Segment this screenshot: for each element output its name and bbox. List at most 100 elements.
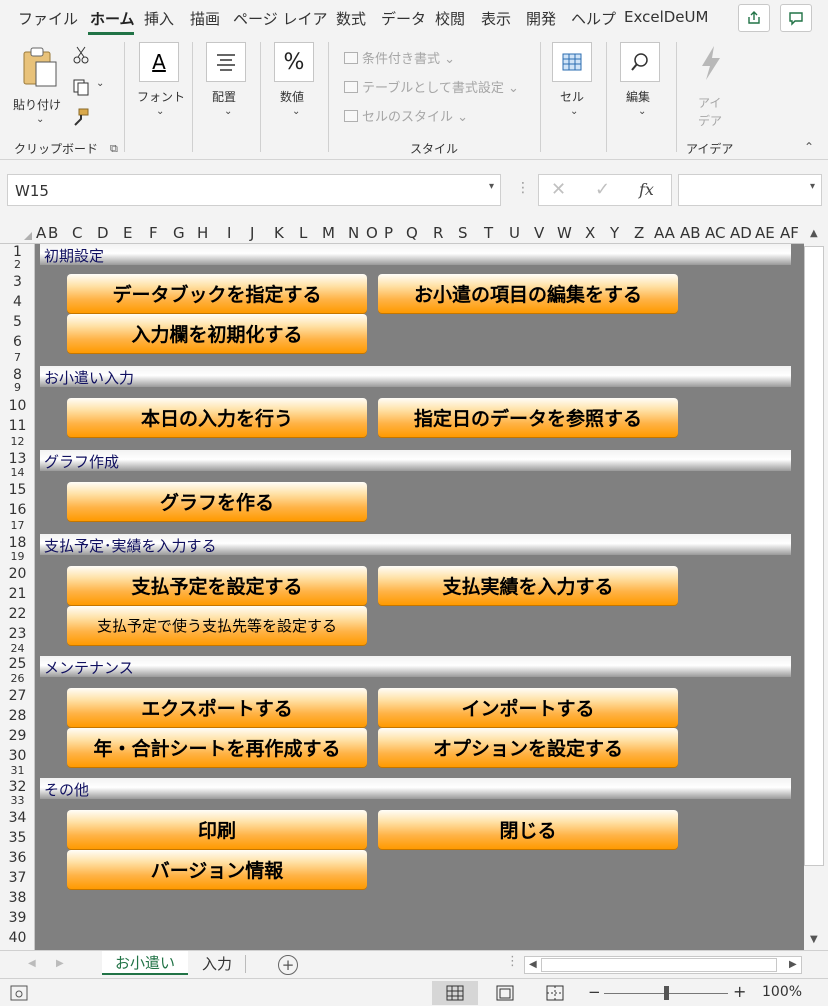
row-header[interactable]: 34 [0, 810, 35, 826]
tab-insert[interactable]: 挿入 [144, 8, 174, 29]
alignment-button[interactable]: 配置 ⌄ [206, 42, 250, 126]
set-payment-plan-button[interactable]: 支払予定を設定する [67, 566, 367, 605]
cell-styles-button[interactable]: セルのスタイル ⌄ [344, 106, 468, 125]
page-break-view-button[interactable] [532, 981, 578, 1005]
share-button[interactable] [738, 4, 770, 32]
column-header[interactable]: F [149, 224, 158, 242]
row-header[interactable]: 25 [0, 656, 35, 672]
column-header[interactable]: AF [780, 224, 799, 242]
sheet-tab-allowance[interactable]: お小遣い [102, 951, 188, 975]
formula-input[interactable]: ▾ [678, 174, 822, 206]
row-header[interactable]: 28 [0, 708, 35, 724]
row-header[interactable]: 29 [0, 728, 35, 744]
row-header[interactable]: 7 [0, 351, 35, 364]
specify-data-book-button[interactable]: データブックを指定する [67, 274, 367, 313]
tab-developer[interactable]: 開発 [526, 8, 556, 29]
enter-payment-actual-button[interactable]: 支払実績を入力する [378, 566, 678, 605]
scroll-up-icon[interactable]: ▲ [810, 228, 818, 239]
vertical-scroll-thumb[interactable] [804, 246, 824, 866]
tab-help[interactable]: ヘルプ [571, 8, 616, 29]
column-header[interactable]: S [458, 224, 468, 242]
zoom-out-button[interactable]: − [588, 983, 601, 1001]
copy-button[interactable]: ⌄ [72, 78, 108, 98]
row-header[interactable]: 5 [0, 314, 35, 330]
row-header[interactable]: 4 [0, 294, 35, 310]
comments-button[interactable] [780, 4, 812, 32]
enter-check-icon[interactable]: ✓ [595, 179, 610, 200]
row-header[interactable]: 37 [0, 870, 35, 886]
column-header[interactable]: T [484, 224, 493, 242]
column-header[interactable]: H [197, 224, 208, 242]
print-button[interactable]: 印刷 [67, 810, 367, 849]
row-header[interactable]: 3 [0, 274, 35, 290]
column-header[interactable]: O [366, 224, 378, 242]
column-header[interactable]: AC [705, 224, 725, 242]
horizontal-scroll-thumb[interactable] [541, 958, 777, 972]
column-header[interactable]: N [348, 224, 359, 242]
expand-formula-icon[interactable]: ▾ [810, 181, 815, 192]
column-header[interactable]: E [123, 224, 132, 242]
sheet-tab-input[interactable]: 入力 [194, 951, 240, 975]
column-header[interactable]: X [585, 224, 595, 242]
name-box[interactable]: W15 ▾ [7, 174, 501, 206]
chevron-down-icon[interactable]: ▾ [489, 181, 494, 192]
column-header[interactable]: L [299, 224, 307, 242]
number-button[interactable]: % 数値 ⌄ [274, 42, 318, 126]
row-header[interactable]: 15 [0, 482, 35, 498]
export-button[interactable]: エクスポートする [67, 688, 367, 727]
tab-home[interactable]: ホーム [90, 8, 135, 29]
row-header[interactable]: 22 [0, 606, 35, 622]
accessibility-icon[interactable] [10, 985, 28, 1001]
row-header[interactable]: 32 [0, 779, 35, 795]
recreate-sheets-button[interactable]: 年・合計シートを再作成する [67, 728, 367, 767]
close-button[interactable]: 閉じる [378, 810, 678, 849]
conditional-formatting-button[interactable]: 条件付き書式 ⌄ [344, 48, 455, 67]
tab-file[interactable]: ファイル [18, 8, 78, 29]
scroll-right-icon[interactable]: ▶ [789, 959, 797, 970]
row-header[interactable]: 11 [0, 418, 35, 434]
scroll-tabs-left-icon[interactable]: ◀ [28, 958, 36, 969]
page-layout-view-button[interactable] [482, 981, 528, 1005]
row-header[interactable]: 17 [0, 519, 35, 532]
collapse-ribbon-icon[interactable]: ⌃ [804, 140, 814, 154]
row-header[interactable]: 13 [0, 451, 35, 467]
enter-today-button[interactable]: 本日の入力を行う [67, 398, 367, 437]
row-header[interactable]: 9 [0, 381, 35, 394]
format-as-table-button[interactable]: テーブルとして書式設定 ⌄ [344, 77, 519, 96]
row-header[interactable]: 14 [0, 466, 35, 479]
column-header[interactable]: G [173, 224, 185, 242]
tab-formulas[interactable]: 数式 [336, 8, 366, 29]
zoom-level[interactable]: 100% [762, 984, 802, 1000]
set-payees-button[interactable]: 支払予定で使う支払先等を設定する [67, 606, 367, 645]
column-header[interactable]: AD [730, 224, 752, 242]
column-header[interactable]: K [274, 224, 284, 242]
insert-function-icon[interactable]: fx [639, 180, 654, 199]
column-header[interactable]: I [227, 224, 231, 242]
column-header[interactable]: V [534, 224, 544, 242]
column-header[interactable]: M [322, 224, 335, 242]
ideas-button[interactable]: アイ デア [690, 42, 734, 128]
column-header[interactable]: W [557, 224, 572, 242]
horizontal-scrollbar[interactable]: ◀ ▶ [524, 956, 802, 974]
row-header[interactable]: 36 [0, 850, 35, 866]
column-header[interactable]: Q [406, 224, 418, 242]
column-header[interactable]: Y [610, 224, 619, 242]
row-header[interactable]: 21 [0, 586, 35, 602]
row-header[interactable]: 23 [0, 626, 35, 642]
row-header[interactable]: 38 [0, 890, 35, 906]
drag-handle-icon[interactable]: ⋮ [516, 180, 530, 196]
import-button[interactable]: インポートする [378, 688, 678, 727]
tab-view[interactable]: 表示 [481, 8, 511, 29]
normal-view-button[interactable] [432, 981, 478, 1005]
column-header[interactable]: AA [654, 224, 675, 242]
cancel-icon[interactable]: ✕ [551, 179, 566, 200]
row-header[interactable]: 39 [0, 910, 35, 926]
column-header[interactable]: P [384, 224, 393, 242]
row-header[interactable]: 35 [0, 830, 35, 846]
tab-exceldeum[interactable]: ExcelDeUM [624, 8, 708, 26]
format-painter-button[interactable] [72, 108, 92, 128]
cut-button[interactable] [72, 46, 92, 66]
tab-draw[interactable]: 描画 [190, 8, 220, 29]
column-header[interactable]: U [509, 224, 520, 242]
row-header[interactable]: 24 [0, 642, 35, 655]
